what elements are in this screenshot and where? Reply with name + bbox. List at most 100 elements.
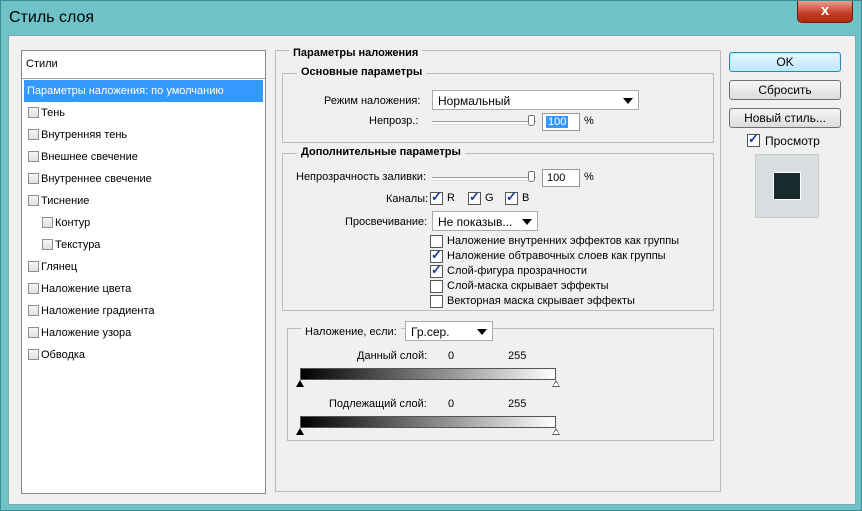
close-button[interactable]: x <box>797 1 853 23</box>
this-layer-label: Данный слой: <box>357 350 428 362</box>
underlying-black-slider[interactable] <box>296 428 304 435</box>
style-item-label: Наложение цвета <box>41 283 132 295</box>
channels-label: Каналы: <box>386 193 429 205</box>
blend-if-label: Наложение, если: <box>301 326 401 338</box>
advanced-option-checkbox[interactable] <box>430 262 443 278</box>
style-item-label: Тень <box>41 107 66 119</box>
fill-opacity-input[interactable]: 100 <box>542 169 580 187</box>
style-item[interactable]: Тиснение <box>24 190 263 212</box>
fill-opacity-unit: % <box>584 171 594 183</box>
reset-button[interactable]: Сбросить <box>729 80 841 100</box>
advanced-option-label: Наложение внутренних эффектов как группы <box>447 235 680 247</box>
style-item-checkbox[interactable] <box>28 327 39 338</box>
styles-list: Параметры наложения: по умолчанию Тень Вну… <box>24 80 263 366</box>
this-layer-gradient <box>300 368 556 380</box>
underlying-white-slider[interactable] <box>552 428 560 435</box>
style-item[interactable]: Текстура <box>24 234 263 256</box>
underlying-layer-gradient <box>300 416 556 428</box>
style-item[interactable]: Наложение узора <box>24 322 263 344</box>
style-item-checkbox[interactable] <box>28 107 39 118</box>
style-item[interactable]: Наложение градиента <box>24 300 263 322</box>
opacity-label: Непрозр.: <box>369 115 419 127</box>
preview-label: Просмотр <box>765 134 820 148</box>
title-bar: Стиль слоя x <box>1 1 861 35</box>
advanced-option-label: Векторная маска скрывает эффекты <box>447 295 635 307</box>
style-item-label: Глянец <box>41 261 78 273</box>
blend-mode-select[interactable]: Нормальный <box>432 90 639 110</box>
channel-r-checkbox[interactable] <box>430 189 443 205</box>
style-item[interactable]: Наложение цвета <box>24 278 263 300</box>
ok-button[interactable]: OK <box>729 52 841 72</box>
dialog-body: Стили Параметры наложения: по умолчанию Т… <box>8 35 856 505</box>
underlying-layer-max: 255 <box>508 398 527 410</box>
style-item[interactable]: Внутренняя тень <box>24 124 263 146</box>
style-item-label: Тиснение <box>41 195 90 207</box>
new-style-button[interactable]: Новый стиль... <box>729 108 841 128</box>
fill-opacity-slider-track[interactable] <box>432 177 536 181</box>
fill-opacity-slider-thumb[interactable] <box>528 171 535 182</box>
close-icon: x <box>820 2 830 19</box>
opacity-unit: % <box>584 115 594 127</box>
style-item-checkbox[interactable] <box>28 283 39 294</box>
style-item-label: Внешнее свечение <box>41 151 138 163</box>
styles-panel: Стили Параметры наложения: по умолчанию Т… <box>21 50 266 494</box>
preview-swatch <box>773 172 801 200</box>
channel-g-label: G <box>485 192 494 204</box>
knockout-select[interactable]: Не показыв... <box>432 211 538 231</box>
style-item[interactable]: Внешнее свечение <box>24 146 263 168</box>
this-layer-min: 0 <box>448 350 455 362</box>
channel-g-checkbox[interactable] <box>468 189 481 205</box>
blend-mode-label: Режим наложения: <box>324 95 421 107</box>
channel-b-checkbox[interactable] <box>505 189 518 205</box>
style-item[interactable]: Внутреннее свечение <box>24 168 263 190</box>
blend-if-select[interactable]: Гр.сер. <box>405 321 493 341</box>
advanced-option-checkbox[interactable] <box>430 295 443 308</box>
this-layer-black-slider[interactable] <box>296 380 304 387</box>
knockout-label: Просвечивание: <box>345 216 428 228</box>
opacity-slider-track[interactable] <box>432 121 536 125</box>
advanced-option-checkbox[interactable] <box>430 280 443 293</box>
style-item-label: Контур <box>55 217 91 229</box>
opacity-input[interactable]: 100 <box>542 113 580 131</box>
style-item[interactable]: Параметры наложения: по умолчанию <box>24 80 263 102</box>
style-item-label: Текстура <box>55 239 101 251</box>
fill-opacity-label: Непрозрачность заливки: <box>296 171 426 183</box>
opacity-slider-thumb[interactable] <box>528 115 535 126</box>
style-item-checkbox[interactable] <box>28 151 39 162</box>
style-item-checkbox[interactable] <box>28 173 39 184</box>
style-item-label: Внутреннее свечение <box>41 173 152 185</box>
styles-divider <box>22 78 265 79</box>
style-item[interactable]: Контур <box>24 212 263 234</box>
style-item-checkbox[interactable] <box>28 129 39 140</box>
style-item-checkbox[interactable] <box>42 217 53 228</box>
layer-style-dialog: Стиль слоя x Стили Параметры наложения: … <box>0 0 862 511</box>
advanced-option-label: Слой-маска скрывает эффекты <box>447 280 609 292</box>
style-item-checkbox[interactable] <box>42 239 53 250</box>
preview-checkbox[interactable] <box>747 131 760 147</box>
advanced-option-label: Наложение обтравочных слоев как группы <box>447 250 666 262</box>
chevron-down-icon <box>477 329 487 335</box>
style-item[interactable]: Тень <box>24 102 263 124</box>
style-item[interactable]: Обводка <box>24 344 263 366</box>
fill-opacity-value: 100 <box>547 172 566 184</box>
underlying-layer-label: Подлежащий слой: <box>329 398 427 410</box>
style-item-label: Наложение градиента <box>41 305 155 317</box>
channel-r-label: R <box>447 192 455 204</box>
this-layer-white-slider[interactable] <box>552 380 560 387</box>
blending-options-title: Параметры наложения <box>289 47 423 59</box>
blend-if-value: Гр.сер. <box>411 325 450 339</box>
style-item-checkbox[interactable] <box>28 305 39 316</box>
style-item-checkbox[interactable] <box>28 349 39 360</box>
channel-b-label: B <box>522 192 530 204</box>
knockout-value: Не показыв... <box>438 215 513 229</box>
style-item-label: Внутренняя тень <box>41 129 128 141</box>
style-item-checkbox[interactable] <box>28 195 39 206</box>
style-item[interactable]: Глянец <box>24 256 263 278</box>
basic-params-title: Основные параметры <box>297 66 427 78</box>
underlying-layer-min: 0 <box>448 398 455 410</box>
style-item-checkbox[interactable] <box>28 261 39 272</box>
blend-mode-value: Нормальный <box>438 94 511 108</box>
chevron-down-icon <box>623 98 633 104</box>
preview-box <box>755 154 819 218</box>
advanced-option-label: Слой-фигура прозрачности <box>447 265 587 277</box>
